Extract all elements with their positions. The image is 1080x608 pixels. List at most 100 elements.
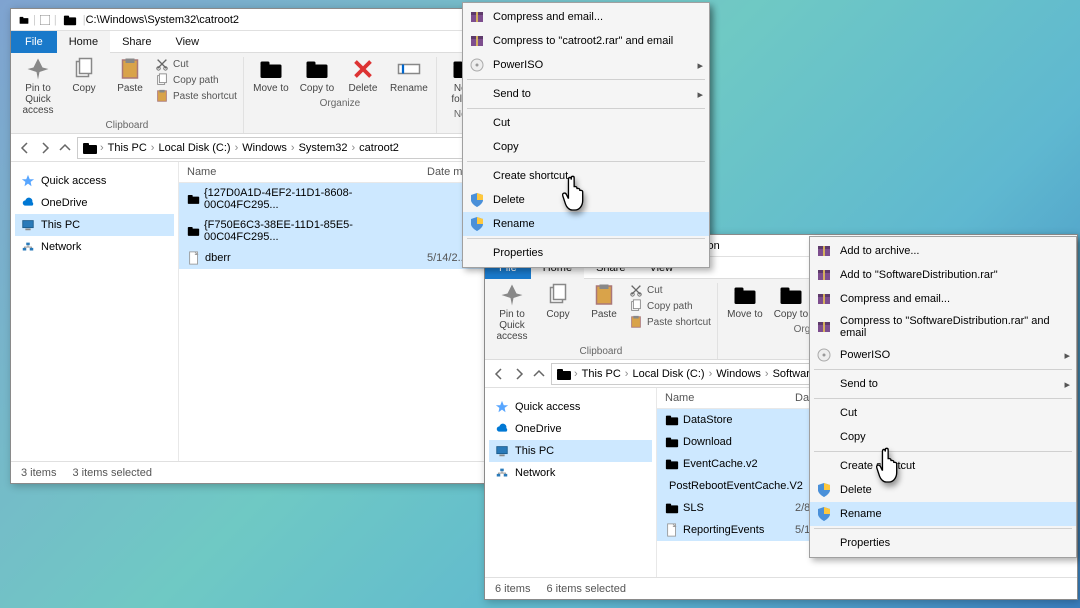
folder-icon [82, 140, 98, 156]
menu-item[interactable]: Cut [463, 111, 709, 135]
menu-separator [814, 369, 1072, 370]
copy-icon [72, 57, 96, 81]
folder-icon [665, 501, 679, 515]
sidebar-item-this-pc[interactable]: This PC [489, 440, 652, 462]
breadcrumb-item[interactable]: This PC [106, 142, 149, 154]
tab-home[interactable]: Home [57, 31, 110, 53]
sidebar-item-onedrive[interactable]: OneDrive [489, 418, 652, 440]
copy-path-button[interactable]: Copy path [629, 299, 711, 313]
menu-item[interactable]: Properties [810, 531, 1076, 555]
disc-icon [469, 57, 485, 73]
menu-item[interactable]: Compress to "SoftwareDistribution.rar" a… [810, 311, 1076, 343]
chevron-right-icon: ▸ [697, 88, 703, 101]
move-to-button[interactable]: Move to [250, 57, 292, 94]
pc-icon [495, 444, 509, 458]
sidebar-item-onedrive[interactable]: OneDrive [15, 192, 174, 214]
menu-item[interactable]: Add to archive... [810, 239, 1076, 263]
star-icon [21, 174, 35, 188]
col-name[interactable]: Name [657, 388, 787, 408]
menu-item-label: Compress to "SoftwareDistribution.rar" a… [840, 315, 1058, 339]
breadcrumb-item[interactable]: Windows [714, 368, 763, 380]
file-icon [665, 523, 679, 537]
menu-item-label: Compress and email... [840, 293, 950, 305]
menu-item[interactable]: PowerISO ▸ [463, 53, 709, 77]
delete-button[interactable]: Delete [342, 57, 384, 94]
copy-to-button[interactable]: Copy to [770, 283, 812, 320]
file-name: dberr [205, 252, 231, 264]
menu-item[interactable]: Compress to "catroot2.rar" and email [463, 29, 709, 53]
forward-button[interactable] [511, 366, 527, 382]
menu-item[interactable]: Delete [810, 478, 1076, 502]
menu-item-label: Compress and email... [493, 11, 603, 23]
copy-button[interactable]: Copy [63, 57, 105, 94]
file-name: DataStore [683, 414, 733, 426]
menu-item[interactable]: Cut [810, 401, 1076, 425]
menu-item[interactable]: Compress and email... [810, 287, 1076, 311]
copy-to-icon [305, 57, 329, 81]
rename-button[interactable]: Rename [388, 57, 430, 94]
shield-icon [469, 216, 485, 232]
tab-view[interactable]: View [163, 31, 211, 53]
breadcrumb-item[interactable]: Local Disk (C:) [156, 142, 232, 154]
breadcrumb-item[interactable]: System32 [297, 142, 350, 154]
menu-item[interactable]: Rename [810, 502, 1076, 526]
paste-shortcut-button[interactable]: Paste shortcut [155, 89, 237, 103]
archive-icon [816, 319, 832, 335]
paste-button[interactable]: Paste [109, 57, 151, 94]
pin-to-quick-access-button[interactable]: Pin to Quick access [17, 57, 59, 116]
breadcrumb-item[interactable]: catroot2 [357, 142, 401, 154]
menu-item-label: Cut [840, 407, 857, 419]
menu-item[interactable]: Create shortcut [810, 454, 1076, 478]
menu-item[interactable]: Send to ▸ [810, 372, 1076, 396]
sidebar-item-this-pc[interactable]: This PC [15, 214, 174, 236]
copy-to-button[interactable]: Copy to [296, 57, 338, 94]
ribbon-group-clipboard: Pin to Quick access Copy Paste Cut Copy … [11, 57, 244, 133]
file-name: Download [683, 436, 732, 448]
chevron-right-icon: ▸ [697, 59, 703, 72]
menu-item[interactable]: Copy [810, 425, 1076, 449]
copy-path-button[interactable]: Copy path [155, 73, 237, 87]
breadcrumb-item[interactable]: Windows [240, 142, 289, 154]
sidebar-item-network[interactable]: Network [489, 462, 652, 484]
menu-item[interactable]: Properties [463, 241, 709, 265]
paste-button[interactable]: Paste [583, 283, 625, 320]
status-selected: 6 items selected [546, 583, 625, 595]
status-count: 3 items [21, 467, 56, 479]
sidebar-item-quick-access[interactable]: Quick access [489, 396, 652, 418]
paste-shortcut-button[interactable]: Paste shortcut [629, 315, 711, 329]
up-button[interactable] [531, 366, 547, 382]
move-to-button[interactable]: Move to [724, 283, 766, 320]
network-icon [21, 240, 35, 254]
pin-to-quick-access-button[interactable]: Pin to Quick access [491, 283, 533, 342]
menu-item[interactable]: Send to ▸ [463, 82, 709, 106]
menu-item[interactable]: Add to "SoftwareDistribution.rar" [810, 263, 1076, 287]
rename-icon [397, 57, 421, 81]
cut-button[interactable]: Cut [629, 283, 711, 297]
chevron-right-icon: ▸ [1064, 378, 1070, 391]
up-button[interactable] [57, 140, 73, 156]
back-button[interactable] [17, 140, 33, 156]
menu-item[interactable]: Rename [463, 212, 709, 236]
sidebar-item-network[interactable]: Network [15, 236, 174, 258]
menu-item[interactable]: Compress and email... [463, 5, 709, 29]
breadcrumb-item[interactable]: This PC [580, 368, 623, 380]
status-selected: 3 items selected [72, 467, 151, 479]
copy-button[interactable]: Copy [537, 283, 579, 320]
tab-file[interactable]: File [11, 31, 57, 53]
cut-button[interactable]: Cut [155, 57, 237, 71]
file-name: {127D0A1D-4EF2-11D1-8608-00C04FC295... [204, 187, 411, 211]
breadcrumb-item[interactable]: Local Disk (C:) [630, 368, 706, 380]
menu-item[interactable]: PowerISO ▸ [810, 343, 1076, 367]
copy-icon [546, 283, 570, 307]
menu-separator [467, 161, 705, 162]
sidebar-item-quick-access[interactable]: Quick access [15, 170, 174, 192]
divider: | [54, 14, 57, 26]
col-name[interactable]: Name [179, 162, 419, 182]
chevron-right-icon: ▸ [1064, 349, 1070, 362]
network-icon [495, 466, 509, 480]
forward-button[interactable] [37, 140, 53, 156]
menu-item[interactable]: Copy [463, 135, 709, 159]
tab-share[interactable]: Share [110, 31, 163, 53]
menu-item-label: Rename [493, 218, 535, 230]
back-button[interactable] [491, 366, 507, 382]
